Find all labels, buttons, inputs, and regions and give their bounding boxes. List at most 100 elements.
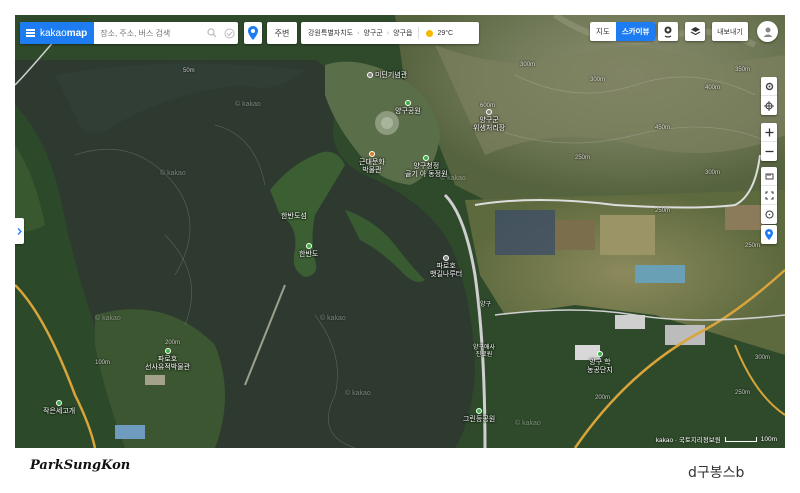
settings-button[interactable] [761, 77, 777, 96]
search-bar: kakao map [20, 22, 238, 44]
current-location-button[interactable] [761, 96, 777, 115]
circle-measure-icon [764, 210, 774, 219]
breadcrumb-province[interactable]: 강원특별자치도 [308, 28, 353, 38]
watermark: © kakao [320, 315, 346, 322]
divider [418, 27, 420, 39]
poi-marker-icon [368, 151, 375, 158]
ruler-icon [765, 173, 773, 179]
map-viewport[interactable]: © kakao © kakao © kakao © kakao © kakao … [15, 15, 785, 448]
zoom-control [761, 123, 777, 161]
menu-icon[interactable] [26, 28, 35, 39]
tools-control [761, 167, 777, 224]
elevation-label: 300m [520, 62, 536, 68]
poi-label[interactable]: 작은세고개 [43, 400, 75, 416]
poi-marker-icon [443, 255, 450, 262]
watermark: © kakao [515, 420, 541, 427]
roadview-button[interactable] [658, 22, 678, 41]
roadview-icon [664, 26, 672, 38]
elevation-label: 250m [575, 155, 591, 161]
chevron-right-icon [17, 227, 22, 235]
scale-line [724, 436, 757, 442]
poi-label[interactable]: 그린등공원 [463, 408, 495, 424]
watermark: © kakao [235, 101, 261, 108]
elevation-label: 350m [735, 67, 751, 73]
scale-bar: kakao · 국토지리정보원 100m [655, 435, 777, 445]
poi-label[interactable]: 미딘기념관 [367, 72, 407, 80]
poi-marker-icon [305, 243, 312, 250]
nearby-button[interactable]: 주변 [267, 22, 297, 44]
elevation-label: 300m [590, 77, 606, 83]
poi-marker-icon [56, 400, 63, 407]
map-view-button[interactable]: 지도 [590, 22, 616, 41]
map-settings-control [761, 77, 777, 115]
zoom-out-button[interactable] [761, 142, 777, 161]
zoom-in-button[interactable] [761, 123, 777, 142]
ruler-button[interactable] [761, 167, 777, 186]
elevation-label: 200m [595, 395, 611, 401]
location-pin-button[interactable] [244, 22, 262, 44]
breadcrumb-county[interactable]: 양구군 [363, 28, 382, 38]
elevation-label: 250m [735, 390, 751, 396]
photographer-signature: ParkSungKon [30, 458, 131, 473]
poi-label[interactable]: 양구청정 골기 아 동정원 [405, 155, 448, 179]
author-signature: d구봉스b [688, 465, 745, 481]
elevation-label: 100m [95, 360, 111, 366]
search-icon[interactable] [205, 26, 219, 40]
elevation-label: 400m [705, 85, 721, 91]
watermark: © kakao [95, 315, 121, 322]
watermark: © kakao [345, 390, 371, 397]
radius-button[interactable] [761, 205, 777, 224]
elevation-label: 450m [655, 125, 671, 131]
poi-label[interactable]: 양구 학 농공단지 [587, 351, 613, 375]
gear-icon [765, 82, 773, 90]
poi-label[interactable]: 양구공원 [395, 100, 421, 116]
island-label: 한반도섬 [281, 213, 307, 220]
road-label: 양구 [480, 302, 492, 308]
elevation-label: 300m [705, 170, 721, 176]
elevation-label: 250m [655, 208, 671, 214]
crosshair-icon [764, 100, 774, 111]
plus-icon [765, 128, 773, 136]
expand-icon [764, 190, 774, 200]
chevron-right-icon: › [357, 29, 360, 37]
poi-marker-icon [476, 408, 483, 415]
skyview-button[interactable]: 스카이뷰 [615, 22, 656, 41]
elevation-label: 200m [165, 340, 181, 346]
poi-marker-icon [164, 348, 171, 355]
weather-widget[interactable]: 29°C [425, 29, 453, 38]
sidebar-toggle[interactable] [15, 218, 24, 244]
poi-label[interactable]: 양구군 위생처리장 [473, 109, 505, 133]
user-icon [763, 27, 772, 37]
poi-label: 양구애사 진료원 [473, 345, 496, 358]
location-pin-icon [248, 26, 258, 40]
breadcrumb: 강원특별자치도 › 양구군 › 양구읍 29°C [301, 22, 479, 44]
poi-marker-icon [423, 155, 430, 162]
elevation-label: 50m [183, 68, 195, 74]
elevation-label: 250m [745, 243, 761, 249]
layers-icon [690, 27, 700, 36]
watermark: © kakao [160, 170, 186, 177]
poi-marker-icon [486, 109, 493, 116]
export-button[interactable]: 내보내기 [712, 22, 748, 41]
breadcrumb-town[interactable]: 양구읍 [393, 28, 412, 38]
layers-button[interactable] [685, 22, 705, 41]
poi-marker-icon [404, 100, 411, 107]
route-check-icon[interactable] [222, 26, 236, 40]
kakaomap-logo[interactable]: kakao map [20, 22, 95, 44]
streetview-control [761, 225, 777, 244]
area-button[interactable] [761, 186, 777, 205]
poi-label[interactable]: 근대문화 박물관 [359, 151, 385, 175]
pin-button[interactable] [761, 225, 777, 244]
poi-label[interactable]: 파로호 뱃길나루터 [430, 255, 462, 279]
minus-icon [765, 150, 773, 153]
poi-marker-icon [596, 351, 603, 358]
elevation-label: 300m [755, 355, 771, 361]
search-input[interactable] [94, 28, 203, 38]
poi-label[interactable]: 한반도 [299, 243, 318, 259]
avatar[interactable] [757, 21, 778, 42]
location-pin-icon [765, 229, 773, 240]
chevron-right-icon: › [386, 29, 390, 37]
poi-marker-icon [367, 72, 373, 79]
poi-label[interactable]: 파로호 선사유적박물관 [145, 348, 190, 372]
map-type-toggle: 지도 스카이뷰 [590, 22, 656, 41]
